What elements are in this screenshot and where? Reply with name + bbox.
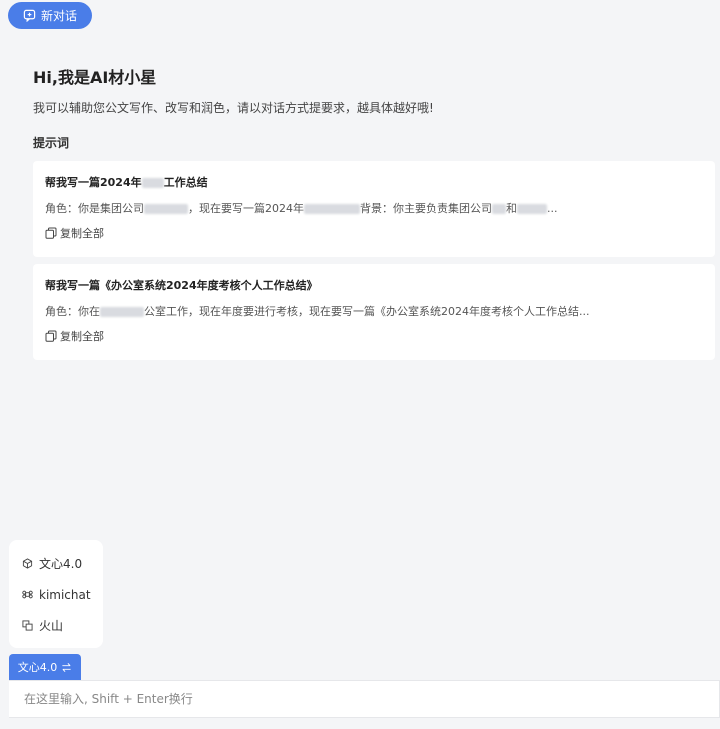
- redacted-text: [100, 307, 144, 317]
- model-item-huoshan[interactable]: 火山: [9, 610, 103, 641]
- copy-all-label: 复制全部: [60, 227, 104, 240]
- copy-all-button[interactable]: 复制全部: [45, 225, 104, 241]
- welcome-title: Hi,我是AI材小星: [33, 68, 157, 87]
- model-item-wenxin[interactable]: 文心4.0: [9, 548, 103, 579]
- prompts-section-title: 提示词: [33, 136, 70, 150]
- prompt-desc-part: 背景：你主要负责集团公司: [360, 202, 492, 215]
- prompt-desc-part: ，现在要写一篇2024年: [188, 202, 304, 215]
- chat-input-box[interactable]: [9, 680, 720, 718]
- model-item-kimichat[interactable]: kimichat: [9, 579, 103, 610]
- redacted-text: [141, 178, 164, 188]
- prompt-card-title: 帮我写一篇2024年 工作总结: [45, 174, 703, 190]
- model-switch-button[interactable]: 文心4.0: [9, 654, 81, 680]
- prompt-desc-part: 角色：你在: [45, 305, 100, 318]
- command-icon: [22, 590, 33, 599]
- welcome-subtitle: 我可以辅助您公文写作、改写和润色，请以对话方式提要求，越具体越好哦!: [33, 101, 434, 115]
- prompt-title-part: 帮我写一篇2024年: [45, 176, 142, 189]
- model-item-label: kimichat: [39, 587, 91, 602]
- prompt-card[interactable]: 帮我写一篇2024年 工作总结 角色：你是集团公司 ，现在要写一篇2024年 背景：你…: [33, 161, 715, 257]
- chat-page: 新对话 Hi,我是AI材小星 我可以辅助您公文写作、改写和润色，请以对话方式提要…: [0, 0, 720, 729]
- new-chat-button[interactable]: 新对话: [8, 2, 92, 29]
- new-chat-icon: [23, 9, 36, 22]
- prompt-card-description: 角色：你是集团公司 ，现在要写一篇2024年 背景：你主要负责集团公司 和...: [45, 200, 703, 216]
- prompt-card-description: 角色：你在 公室工作，现在年度要进行考核，现在要写一篇《办公室系统2024年度考核…: [45, 303, 703, 319]
- copy-all-label: 复制全部: [60, 330, 104, 343]
- copy-icon: [45, 227, 57, 239]
- prompt-desc-part: 公室工作，现在年度要进行考核，现在要写一篇《办公室系统2024年度考核个人工作总…: [144, 305, 590, 318]
- model-menu: 文心4.0 kimichat 火山: [9, 540, 103, 648]
- prompt-card-title: 帮我写一篇《办公室系统2024年度考核个人工作总结》: [45, 279, 318, 292]
- prompt-desc-part: 和: [506, 202, 517, 215]
- model-item-label: 火山: [39, 619, 64, 633]
- chat-input[interactable]: [24, 692, 719, 706]
- welcome-section: Hi,我是AI材小星 我可以辅助您公文写作、改写和润色，请以对话方式提要求，越具…: [33, 64, 715, 116]
- redacted-text: [144, 204, 188, 214]
- prompt-card[interactable]: 帮我写一篇《办公室系统2024年度考核个人工作总结》 角色：你在 公室工作，现在年…: [33, 264, 715, 360]
- prompt-desc-part: 角色：你是集团公司: [45, 202, 144, 215]
- swap-icon: [62, 662, 71, 672]
- model-item-label: 文心4.0: [39, 557, 83, 571]
- cube-icon: [22, 558, 33, 569]
- redacted-text: [304, 204, 360, 214]
- copy-icon: [45, 330, 57, 342]
- copy-all-button[interactable]: 复制全部: [45, 328, 104, 344]
- redacted-text: [517, 204, 547, 214]
- redacted-text: [492, 204, 506, 214]
- prompt-title-part: 工作总结: [163, 176, 208, 189]
- new-chat-label: 新对话: [40, 9, 77, 23]
- prompt-desc-part: ...: [547, 202, 558, 215]
- model-switch-label: 文心4.0: [17, 661, 58, 674]
- layers-icon: [22, 620, 33, 631]
